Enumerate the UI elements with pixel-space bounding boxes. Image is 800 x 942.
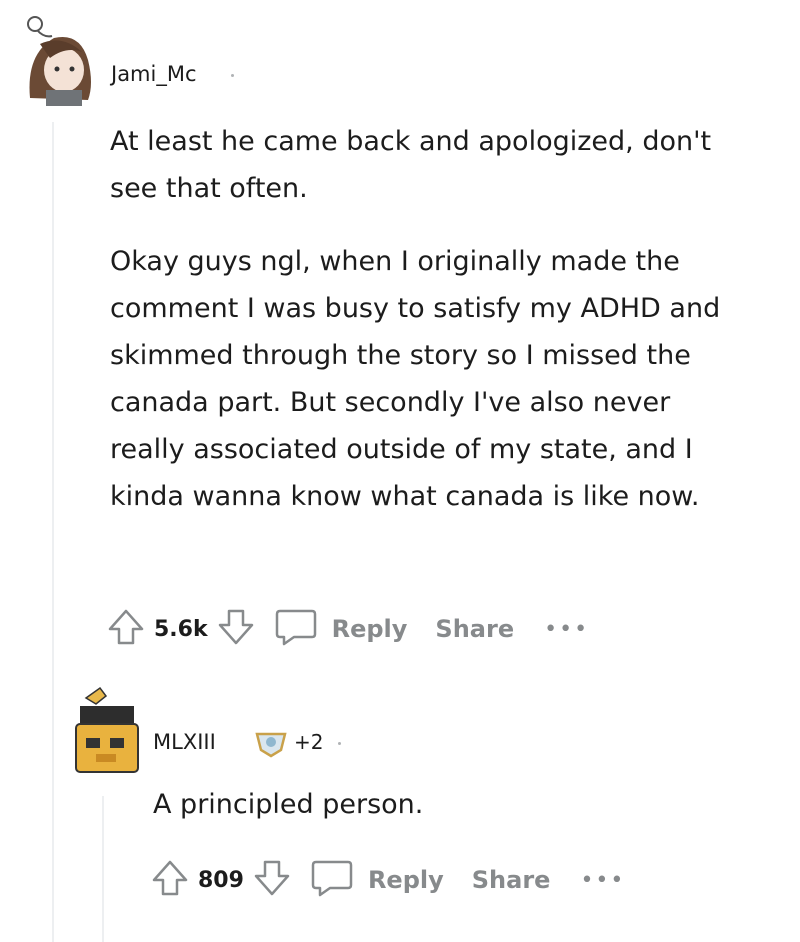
avatar[interactable] xyxy=(22,14,100,106)
comment-body: At least he came back and apologized, do… xyxy=(110,118,740,520)
vote-count: 809 xyxy=(198,867,244,893)
separator-dot xyxy=(338,742,341,745)
more-options-button[interactable]: ••• xyxy=(544,617,589,642)
thread-line[interactable] xyxy=(102,796,104,942)
comment-actions: 5.6k Reply Share ••• xyxy=(106,609,589,649)
vote-count: 5.6k xyxy=(154,616,208,642)
upvote-icon[interactable] xyxy=(106,607,146,651)
username[interactable]: MLXIII xyxy=(153,730,216,754)
comment-paragraph: Okay guys ngl, when I originally made th… xyxy=(110,246,721,512)
share-button[interactable]: Share xyxy=(435,615,514,643)
comment-bubble-icon[interactable] xyxy=(274,607,318,651)
separator-dot xyxy=(231,74,234,77)
comment-actions: 809 Reply Share ••• xyxy=(150,860,625,900)
comment-paragraph: At least he came back and apologized, do… xyxy=(110,126,712,204)
reply-button[interactable]: Reply xyxy=(332,615,408,643)
thread-line[interactable] xyxy=(52,122,54,942)
avatar[interactable] xyxy=(66,684,146,780)
award-count: +2 xyxy=(294,730,324,754)
comment-body: A principled person. xyxy=(153,789,424,820)
username[interactable]: Jami_Mc xyxy=(111,62,197,86)
downvote-icon[interactable] xyxy=(252,858,292,902)
more-options-button[interactable]: ••• xyxy=(580,868,625,893)
downvote-icon[interactable] xyxy=(216,607,256,651)
avatar-image xyxy=(75,686,139,773)
award-icon xyxy=(253,728,289,762)
share-button[interactable]: Share xyxy=(472,866,551,894)
upvote-icon[interactable] xyxy=(150,858,190,902)
avatar-image xyxy=(27,16,91,106)
comment-bubble-icon[interactable] xyxy=(310,858,354,902)
reply-button[interactable]: Reply xyxy=(368,866,444,894)
